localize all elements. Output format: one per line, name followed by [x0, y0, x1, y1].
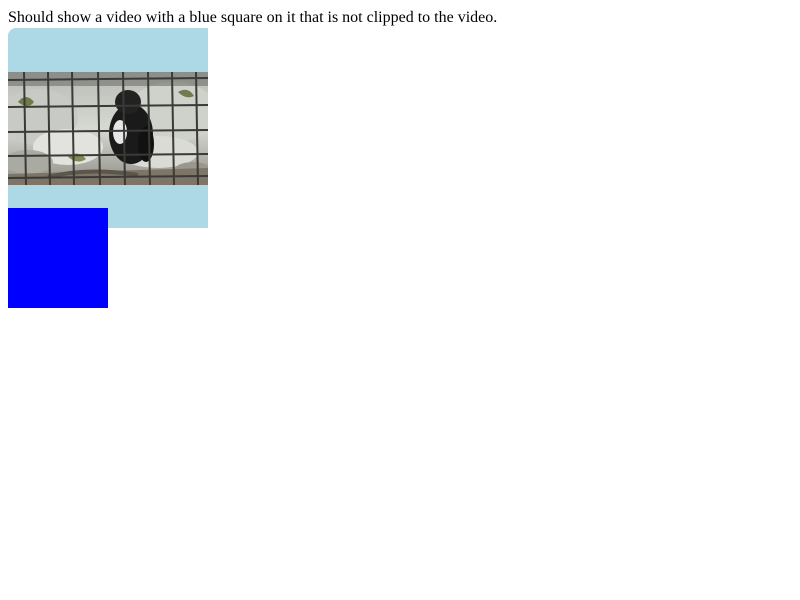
video-player[interactable] — [8, 28, 208, 228]
blue-square-overlay — [8, 208, 108, 308]
video-frame — [8, 72, 208, 185]
gorilla-enclosure-frame — [8, 72, 208, 185]
test-description: Should show a video with a blue square o… — [8, 9, 498, 26]
